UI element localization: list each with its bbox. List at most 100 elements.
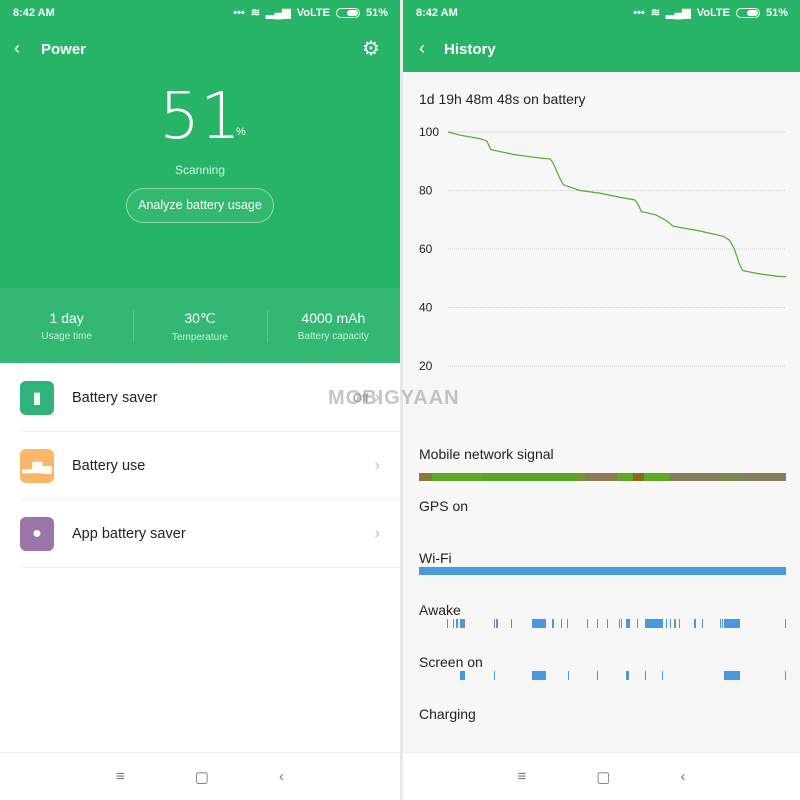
label-awake: Awake (419, 602, 461, 618)
battery-level-unit: % (236, 126, 246, 138)
screen-on-segment (645, 671, 647, 680)
awake-segment (532, 619, 546, 628)
chevron-right-icon: › (374, 524, 380, 542)
more-icon: ••• (633, 6, 645, 19)
awake-segment (447, 619, 449, 628)
signal-segment (584, 473, 618, 481)
label-mobile-signal: Mobile network signal (419, 446, 554, 462)
awake-segment (607, 619, 609, 628)
time-on-battery: 1d 19h 48m 48s on battery (419, 91, 586, 107)
stat-label: Battery capacity (297, 331, 369, 342)
stat-temperature: 30℃ Temperature (133, 288, 266, 363)
awake-segment (636, 619, 638, 628)
label-screen-on: Screen on (419, 654, 483, 670)
menu-nav-icon[interactable]: ≡ (116, 768, 125, 785)
signal-segment (739, 473, 786, 481)
home-nav-icon[interactable]: ▢ (195, 768, 209, 786)
awake-segment (596, 619, 599, 628)
awake-segment (618, 619, 620, 628)
awake-segment (694, 619, 697, 628)
bar-chart-icon: ▂▆▄ (20, 448, 54, 483)
awake-segment (701, 619, 703, 628)
screen-on-segment (625, 671, 630, 680)
stat-value: 4000 mAh (301, 310, 366, 326)
signal-segment (482, 473, 575, 481)
history-screen: 8:42 AM ••• ≋ ▂▄▆ VoLTE 51% ‹ History 1d 19h… (403, 0, 800, 800)
page-title: History (444, 41, 496, 58)
more-icon: ••• (233, 6, 245, 19)
stat-label: Usage time (41, 331, 92, 342)
awake-segment (453, 619, 455, 628)
signal-segment (617, 473, 633, 481)
screen-on-segment (532, 671, 546, 680)
status-bar: 8:42 AM ••• ≋ ▂▄▆ VoLTE 51% (0, 0, 400, 26)
menu-app-battery-saver[interactable]: ● App battery saver › (20, 500, 400, 568)
awake-segment (721, 619, 723, 628)
awake-track (419, 619, 786, 628)
awake-segment (456, 619, 458, 628)
menu-nav-icon[interactable]: ≡ (518, 768, 527, 785)
battery-history-chart: 100 80 60 40 20 (419, 125, 786, 373)
menu-battery-use[interactable]: ▂▆▄ Battery use › (20, 432, 400, 500)
y-tick-label: 80 (419, 184, 433, 198)
watermark: MOBIGYAAN (328, 387, 460, 409)
awake-segment (587, 619, 589, 628)
stat-value: 30℃ (184, 310, 216, 326)
battery-percent: 51% (365, 6, 388, 19)
back-nav-icon[interactable]: ‹ (279, 768, 284, 785)
battery-icon (335, 7, 360, 18)
analyze-battery-button[interactable]: Analyze battery usage (126, 188, 274, 223)
screen-on-segment (662, 671, 664, 680)
network-type: VoLTE (696, 6, 730, 19)
stat-capacity: 4000 mAh Battery capacity (266, 288, 400, 363)
screen-on-segment (568, 671, 570, 680)
awake-segment (552, 619, 555, 628)
screen-on-segment (724, 671, 741, 680)
menu-label: Battery use (72, 457, 146, 474)
awake-segment (459, 619, 466, 628)
screen-on-segment (784, 671, 786, 680)
battery-level-line (447, 131, 786, 278)
page-title: Power (41, 41, 87, 58)
wifi-icon: ≋ (250, 7, 261, 19)
wifi-track (419, 567, 786, 575)
signal-segment (419, 473, 433, 481)
awake-segment (560, 619, 562, 628)
home-nav-icon[interactable]: ▢ (596, 768, 610, 786)
signal-icon: ▂▄▆ (666, 7, 691, 19)
awake-segment (665, 619, 668, 628)
mobile-signal-track (419, 473, 786, 481)
awake-segment (678, 619, 680, 628)
back-button[interactable]: ‹ (419, 38, 425, 59)
battery-icon (735, 7, 760, 18)
stat-value: 1 day (49, 310, 84, 326)
settings-gear-icon[interactable]: ⚙ (362, 36, 380, 61)
awake-segment (784, 619, 786, 628)
wifi-segment (721, 567, 786, 575)
screen-on-segment (596, 671, 599, 680)
back-nav-icon[interactable]: ‹ (680, 768, 685, 785)
signal-icon: ▂▄▆ (266, 7, 291, 19)
back-button[interactable]: ‹ (14, 38, 20, 59)
stat-label: Temperature (171, 332, 229, 343)
y-tick-label: 100 (419, 125, 439, 139)
menu-label: App battery saver (72, 525, 186, 542)
chevron-right-icon: › (374, 456, 380, 474)
signal-segment (669, 473, 722, 481)
signal-segment (574, 473, 585, 481)
signal-segment (644, 473, 670, 481)
wifi-icon: ≋ (650, 7, 661, 19)
status-time: 8:42 AM (416, 7, 458, 19)
awake-segment (645, 619, 663, 628)
status-time: 8:42 AM (13, 7, 55, 19)
awake-segment (567, 619, 569, 628)
battery-level: 51 (159, 80, 241, 154)
label-charging: Charging (419, 706, 476, 722)
awake-segment (625, 619, 630, 628)
awake-segment (621, 619, 623, 628)
menu-label: Battery saver (72, 389, 158, 406)
signal-segment (632, 473, 645, 481)
awake-segment (719, 619, 721, 628)
y-tick-label: 40 (419, 301, 433, 315)
awake-segment (724, 619, 741, 628)
